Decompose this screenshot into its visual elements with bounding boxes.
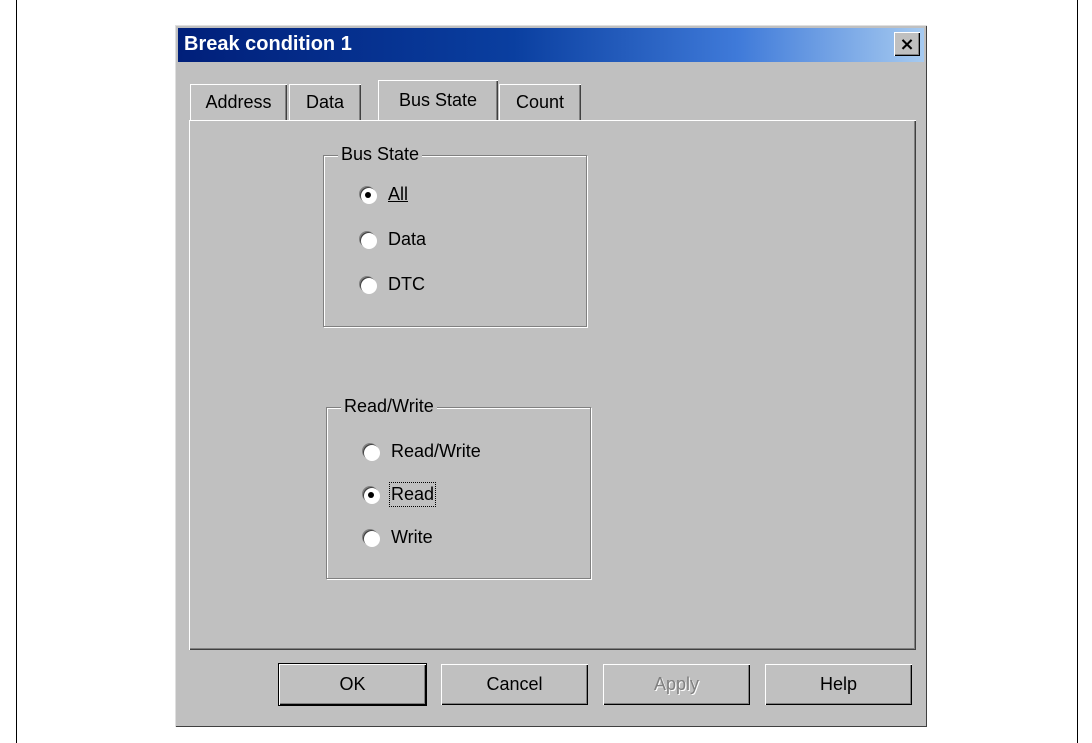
apply-button[interactable]: Apply [603,664,750,705]
radio-write-label: Write [391,527,433,547]
bus-state-group-label: Bus State [338,144,423,165]
radio-read-write[interactable]: Read/Write [363,441,481,462]
tab-count[interactable]: Count [499,84,581,120]
break-condition-dialog: Break condition 1 × Address Data Bus Sta… [175,25,927,727]
title-bar[interactable]: Break condition 1 × [178,28,924,62]
radio-write[interactable]: Write [363,527,433,548]
close-icon: × [899,33,915,55]
radio-read-write-label: Read/Write [391,441,481,461]
radio-read-indicator[interactable] [363,486,379,503]
bus-state-group: Bus State All Data DTC [323,144,587,327]
tab-bus-state[interactable]: Bus State [378,80,498,120]
radio-all-indicator[interactable] [360,186,376,203]
radio-read-write-indicator[interactable] [363,443,379,460]
tab-data[interactable]: Data [289,84,361,120]
tab-bus-state-label: Bus State [398,89,478,110]
tab-address-label: Address [205,91,272,112]
help-button[interactable]: Help [765,664,912,705]
radio-all-label: All [388,184,409,204]
radio-data[interactable]: Data [360,229,426,250]
bus-state-panel: Bus State All Data DTC Read/Write Read/W… [189,120,916,650]
radio-read-label: Read [388,482,437,507]
radio-write-indicator[interactable] [363,529,379,546]
page-frame-left [16,0,17,743]
tab-count-label: Count [515,91,565,112]
radio-all[interactable]: All [360,184,408,205]
radio-dtc-label: DTC [388,274,425,294]
page-frame-right [1077,0,1078,743]
radio-dtc-indicator[interactable] [360,276,376,293]
radio-read[interactable]: Read [363,482,437,507]
tab-data-label: Data [305,91,345,112]
radio-data-label: Data [388,229,427,249]
close-button[interactable]: × [894,32,920,56]
radio-dtc[interactable]: DTC [360,274,425,295]
cancel-button[interactable]: Cancel [441,664,588,705]
tab-address[interactable]: Address [190,84,287,120]
radio-data-indicator[interactable] [360,231,376,248]
dialog-title: Break condition 1 [184,33,352,55]
read-write-group-label: Read/Write [341,396,437,417]
ok-button[interactable]: OK [279,664,426,705]
read-write-group: Read/Write Read/Write Read Write [326,396,591,579]
